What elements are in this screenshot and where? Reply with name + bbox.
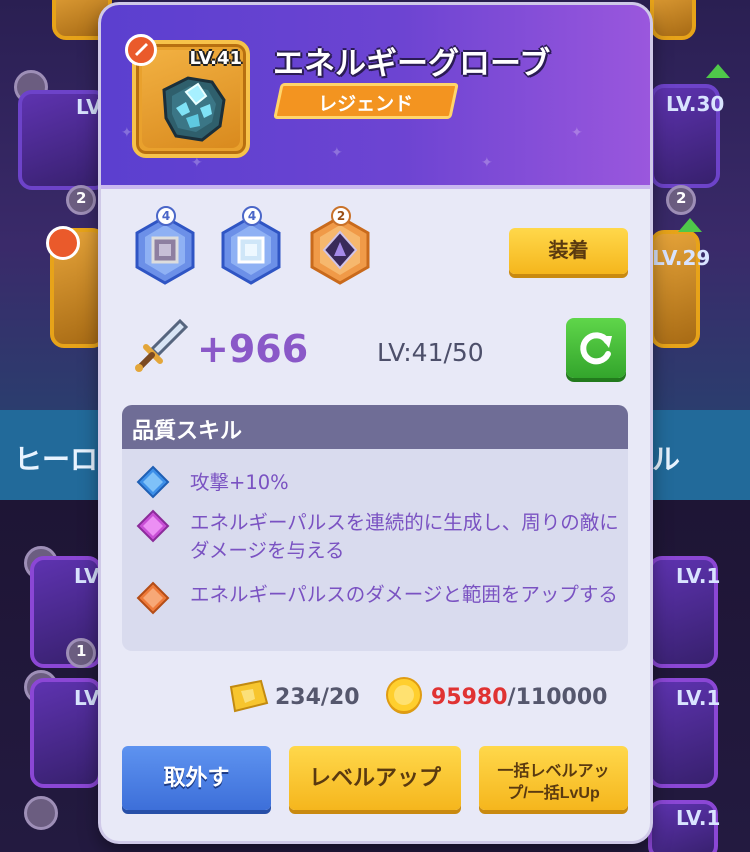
bg-upgrade-arrow-icon: [678, 218, 702, 232]
level-up-button[interactable]: レベルアップ: [289, 746, 461, 810]
attack-value: +966: [197, 327, 309, 371]
rarity-label: レジェンド: [318, 93, 414, 115]
blue-diamond-icon: [136, 465, 170, 499]
item-level-label: LV.41: [189, 48, 243, 69]
sparkle-decoration-icon: ✦: [481, 155, 493, 171]
bg-section-title-right: ル: [652, 443, 681, 476]
bg-upgrade-arrow-icon: [706, 64, 730, 78]
bg-count-text: 1: [76, 642, 87, 660]
header-divider: [101, 185, 650, 189]
quality-skills-panel: 品質スキル 攻撃+10% エネルギーパルスを連続的に生成し、周りの敵にダメージを…: [122, 405, 628, 651]
bulk-level-up-line2: プ/一括LvUp: [507, 785, 600, 802]
sword-icon: [135, 318, 189, 372]
gold-coin-icon: [386, 677, 422, 714]
sparkle-decoration-icon: ✦: [121, 125, 133, 141]
refresh-icon: [580, 332, 612, 365]
level-progress-text: LV:41/50: [377, 338, 484, 367]
bg-item-level: LV.1: [676, 564, 721, 588]
dialog-header: ✦ ✦ ✦ ✦ ✦ LV.41 エネルギーグローブ レジェンド: [101, 5, 650, 187]
skill-text: エネルギーパルスを連続的に生成し、周りの敵にダメージを与える: [190, 511, 619, 562]
coin-current: 95980: [431, 685, 508, 710]
item-name: エネルギーグローブ: [273, 46, 551, 82]
sparkle-decoration-icon: ✦: [331, 145, 343, 161]
bg-item-level: LV.29: [652, 246, 711, 270]
bg-section-title: ヒーロ: [14, 443, 99, 476]
gauntlet-icon: [162, 76, 226, 142]
skills-title: 品質スキル: [132, 419, 243, 444]
ticket-count: 234/20: [275, 685, 360, 710]
item-detail-dialog: ✦ ✦ ✦ ✦ ✦ LV.41 エネルギーグローブ レジェンド 4 4 2 装着…: [101, 5, 650, 841]
equip-button[interactable]: 装着: [509, 228, 628, 274]
bg-count-text: 2: [676, 189, 687, 207]
bg-item-card[interactable]: [650, 0, 696, 40]
bg-tag-badge-icon: [46, 226, 80, 260]
orange-diamond-icon: [136, 581, 170, 615]
bulk-level-up-line1: 一括レベルアッ: [497, 763, 610, 780]
gem-count-badge: 2: [331, 206, 351, 226]
pink-diamond-icon: [136, 509, 170, 543]
unequip-button[interactable]: 取外す: [122, 746, 271, 810]
coin-required: /110000: [507, 685, 608, 710]
gem-slot[interactable]: 2: [309, 206, 371, 286]
weapon-tag-icon: [125, 34, 157, 66]
bg-item-level: LV.1: [676, 686, 721, 710]
bg-item-level: LV.1: [676, 806, 721, 830]
skill-text: 攻撃+10%: [190, 471, 289, 494]
gem-slot[interactable]: 4: [220, 206, 282, 286]
bg-item-level: LV.30: [666, 92, 725, 116]
bg-count-text: 2: [76, 189, 87, 207]
gem-count-badge: 4: [156, 206, 176, 226]
coin-count: 95980/110000: [431, 685, 607, 710]
rarity-badge: レジェンド: [273, 83, 459, 119]
bg-helmet-badge-icon: [24, 796, 58, 830]
ticket-icon: [229, 679, 269, 713]
skill-text: エネルギーパルスのダメージと範囲をアップする: [190, 583, 618, 606]
bulk-level-up-button[interactable]: 一括レベルアッ プ/一括LvUp: [479, 746, 628, 810]
gem-count-badge: 4: [242, 206, 262, 226]
gem-slot[interactable]: 4: [134, 206, 196, 286]
skills-header: 品質スキル: [122, 405, 628, 449]
sparkle-decoration-icon: ✦: [571, 125, 583, 141]
reroll-button[interactable]: [566, 318, 626, 378]
